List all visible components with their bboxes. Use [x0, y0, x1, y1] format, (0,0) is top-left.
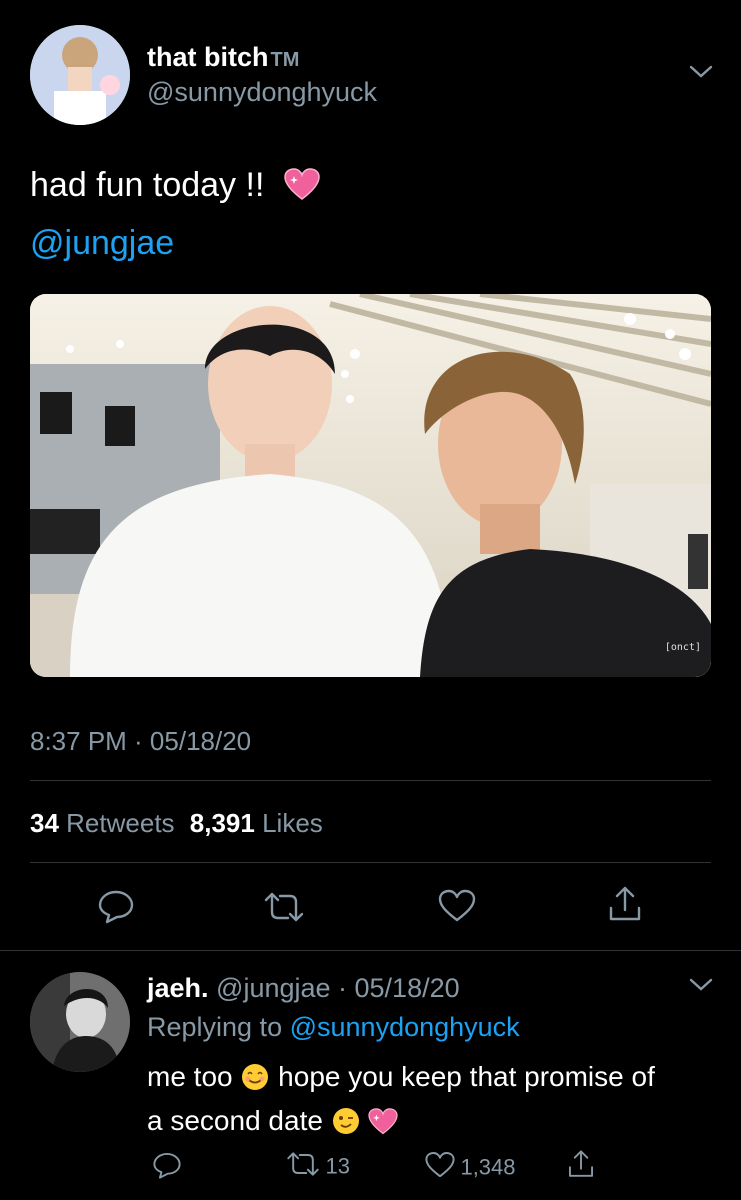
likes-count: 8,391 [189, 808, 255, 838]
reply-reply-icon[interactable] [152, 1150, 182, 1180]
reply-retweet-icon [285, 1150, 321, 1183]
reply-display-name[interactable]: jaeh. [147, 973, 209, 1003]
name-suffix: TM [270, 49, 300, 71]
share-icon[interactable] [606, 884, 644, 924]
retweets-stat[interactable]: 34 Retweets [30, 808, 182, 838]
mention-link[interactable]: @jungjae [30, 224, 174, 263]
tweet-photo[interactable]: [onct] [30, 294, 711, 677]
tweet-text-line: had fun today !! [30, 166, 320, 211]
tweet-timestamp[interactable]: 8:37 PM · 05/18/20 [30, 726, 251, 757]
reply-text-part1: me too [147, 1061, 233, 1092]
reply-text: me too hope you keep that promise of a s… [147, 1058, 655, 1146]
sparkling-heart-icon [368, 1108, 399, 1146]
reply-retweet-button[interactable]: 13 [285, 1150, 350, 1180]
heart-icon[interactable] [437, 888, 477, 924]
reply-share-icon[interactable] [566, 1148, 596, 1180]
divider [30, 862, 711, 863]
sparkling-heart-icon [284, 168, 320, 211]
replying-to-label: Replying to [147, 1012, 283, 1042]
avatar[interactable] [30, 25, 130, 125]
chevron-down-icon[interactable] [688, 62, 714, 82]
reply-chevron-down-icon[interactable] [688, 975, 714, 995]
retweets-count: 34 [30, 808, 59, 838]
retweets-label: Retweets [66, 808, 175, 838]
divider [0, 950, 741, 951]
retweet-icon[interactable] [262, 890, 306, 924]
display-name[interactable]: that bitch [147, 42, 269, 72]
reply-like-count: 1,348 [460, 1154, 516, 1180]
winking-face-icon [331, 1106, 361, 1146]
reply-handle-date[interactable]: @jungjae · 05/18/20 [216, 973, 460, 1003]
reply-heart-icon [424, 1150, 456, 1185]
reply-like-button[interactable]: 1,348 [424, 1150, 516, 1180]
reply-text-part2: hope you keep that promise of [278, 1061, 655, 1092]
smiling-face-icon [240, 1062, 270, 1102]
likes-stat[interactable]: 8,391 Likes [190, 808, 323, 838]
reply-avatar[interactable] [30, 972, 130, 1072]
photo-watermark: [onct] [664, 642, 701, 653]
replying-to-link[interactable]: @sunnydonghyuck [290, 1012, 520, 1042]
tweet-stats: 34 Retweets 8,391 Likes [30, 808, 323, 839]
reply-text-part3: a second date [147, 1105, 323, 1136]
tweet-text: had fun today !! [30, 166, 265, 204]
reply-retweet-count: 13 [325, 1153, 350, 1179]
reply-icon[interactable] [97, 888, 135, 924]
likes-label: Likes [262, 808, 323, 838]
divider [30, 780, 711, 781]
user-handle[interactable]: @sunnydonghyuck [147, 77, 377, 108]
